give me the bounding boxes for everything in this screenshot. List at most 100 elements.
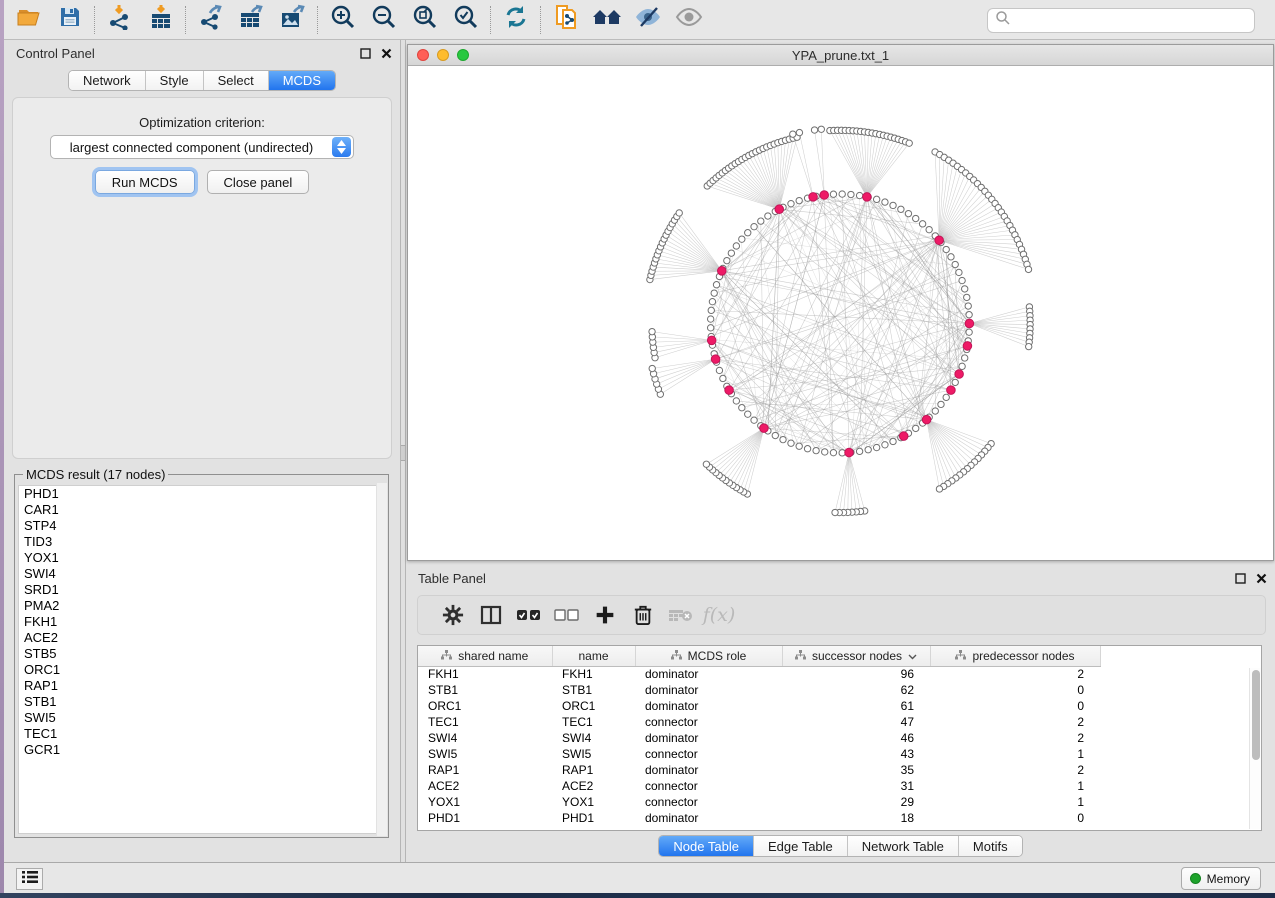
table-row[interactable]: TEC1TEC1connector472 — [418, 714, 1261, 730]
duplicate-network-button[interactable] — [545, 3, 586, 37]
optimization-criterion-dropdown[interactable]: largest connected component (undirected) — [50, 135, 354, 159]
table-row[interactable]: RAP1RAP1dominator352 — [418, 762, 1261, 778]
column-header-successor-nodes[interactable]: successor nodes — [782, 646, 930, 666]
table-toolbar: f(x) — [417, 595, 1266, 635]
network-view-title: YPA_prune.txt_1 — [408, 48, 1273, 63]
table-row[interactable]: FKH1FKH1dominator962 — [418, 666, 1261, 682]
control-panel-title: Control Panel — [16, 46, 95, 61]
tab-motifs[interactable]: Motifs — [959, 836, 1022, 856]
export-table-button[interactable] — [231, 3, 272, 37]
tab-edge-table[interactable]: Edge Table — [754, 836, 848, 856]
tab-mcds[interactable]: MCDS — [269, 71, 335, 90]
mcds-result-title: MCDS result (17 nodes) — [23, 467, 168, 482]
toolbar-separator — [185, 6, 186, 34]
mcds-result-item[interactable]: PMA2 — [19, 598, 384, 614]
sitemap-icon — [955, 649, 966, 663]
tab-network-table[interactable]: Network Table — [848, 836, 959, 856]
hide-selected-button[interactable] — [627, 3, 668, 37]
toolbar-separator — [490, 6, 491, 34]
float-panel-icon[interactable] — [360, 46, 371, 64]
delete-row-icon[interactable] — [624, 599, 662, 631]
table-panel: Table Panel f(x) — [406, 565, 1275, 862]
table-row[interactable]: SWI5SWI5connector431 — [418, 746, 1261, 762]
column-header-predecessor-nodes[interactable]: predecessor nodes — [930, 646, 1100, 666]
delete-table-icon[interactable] — [662, 599, 700, 631]
task-list-icon — [22, 870, 38, 889]
task-history-button[interactable] — [16, 868, 43, 890]
deselect-all-icon[interactable] — [548, 599, 586, 631]
mcds-result-item[interactable]: FKH1 — [19, 614, 384, 630]
close-panel-button[interactable]: Close panel — [207, 170, 310, 194]
mcds-result-item[interactable]: RAP1 — [19, 678, 384, 694]
optimization-criterion-label: Optimization criterion: — [13, 115, 391, 130]
table-row[interactable]: ACE2ACE2connector311 — [418, 778, 1261, 794]
zoom-out-button[interactable] — [363, 3, 404, 37]
mcds-result-item[interactable]: CAR1 — [19, 502, 384, 518]
show-all-icon — [675, 6, 703, 33]
mcds-result-item[interactable]: ACE2 — [19, 630, 384, 646]
split-column-icon[interactable] — [472, 599, 510, 631]
table-row[interactable]: STB1STB1dominator620 — [418, 682, 1261, 698]
mcds-result-item[interactable]: STB1 — [19, 694, 384, 710]
zoom-out-icon — [371, 4, 397, 35]
mcds-result-item[interactable]: SWI4 — [19, 566, 384, 582]
table-row[interactable]: YOX1YOX1connector291 — [418, 794, 1261, 810]
refresh-button[interactable] — [495, 3, 536, 37]
network-canvas[interactable] — [408, 66, 1273, 560]
column-header-shared-name[interactable]: shared name — [418, 646, 552, 666]
column-header-MCDS-role[interactable]: MCDS role — [635, 646, 782, 666]
save-button[interactable] — [49, 3, 90, 37]
table-row[interactable]: PHD1PHD1dominator180 — [418, 810, 1261, 826]
zoom-in-icon — [330, 4, 356, 35]
table-row[interactable]: ORC1ORC1dominator610 — [418, 698, 1261, 714]
tab-network[interactable]: Network — [69, 71, 146, 90]
run-mcds-button[interactable]: Run MCDS — [95, 170, 195, 194]
mcds-result-item[interactable]: PHD1 — [19, 486, 384, 502]
mcds-result-item[interactable]: STP4 — [19, 518, 384, 534]
first-neighbors-button[interactable] — [586, 3, 627, 37]
mcds-result-item[interactable]: YOX1 — [19, 550, 384, 566]
mcds-list-scrollbar[interactable] — [376, 483, 387, 836]
mcds-panel: Optimization criterion: largest connecte… — [12, 97, 392, 459]
splitter-handle-icon[interactable] — [401, 445, 405, 461]
search-input[interactable] — [1011, 11, 1254, 31]
mcds-result-item[interactable]: GCR1 — [19, 742, 384, 758]
table-row[interactable]: SWI4SWI4dominator462 — [418, 730, 1261, 746]
zoom-fit-button[interactable] — [404, 3, 445, 37]
mcds-result-item[interactable]: TEC1 — [19, 726, 384, 742]
import-network-button[interactable] — [99, 3, 140, 37]
mcds-result-item[interactable]: ORC1 — [19, 662, 384, 678]
tab-node-table[interactable]: Node Table — [659, 836, 754, 856]
add-row-icon[interactable] — [586, 599, 624, 631]
tab-select[interactable]: Select — [204, 71, 269, 90]
network-graph[interactable] — [408, 66, 1273, 560]
memory-button[interactable]: Memory — [1181, 867, 1261, 890]
network-window-titlebar[interactable]: YPA_prune.txt_1 — [408, 45, 1273, 66]
zoom-in-button[interactable] — [322, 3, 363, 37]
column-header-name[interactable]: name — [552, 646, 635, 666]
show-all-button[interactable] — [668, 3, 709, 37]
float-panel-icon[interactable] — [1235, 571, 1246, 589]
select-all-icon[interactable] — [510, 599, 548, 631]
status-bar: Memory — [4, 862, 1275, 893]
memory-button-label: Memory — [1207, 872, 1250, 886]
open-file-button[interactable] — [8, 3, 49, 37]
zoom-selected-button[interactable] — [445, 3, 486, 37]
tab-style[interactable]: Style — [146, 71, 204, 90]
close-panel-icon[interactable] — [381, 46, 392, 64]
zoom-selected-icon — [453, 4, 479, 35]
import-table-button[interactable] — [140, 3, 181, 37]
export-image-button[interactable] — [272, 3, 313, 37]
close-panel-icon[interactable] — [1256, 571, 1267, 589]
table-scrollbar-thumb[interactable] — [1252, 670, 1260, 760]
mcds-result-item[interactable]: TID3 — [19, 534, 384, 550]
first-neighbors-icon — [592, 5, 622, 34]
function-builder-icon[interactable]: f(x) — [700, 599, 738, 631]
gear-icon[interactable] — [434, 599, 472, 631]
mcds-result-item[interactable]: STB5 — [19, 646, 384, 662]
table-scrollbar[interactable] — [1249, 668, 1261, 829]
mcds-result-item[interactable]: SRD1 — [19, 582, 384, 598]
export-network-button[interactable] — [190, 3, 231, 37]
mcds-result-item[interactable]: SWI5 — [19, 710, 384, 726]
memory-status-icon — [1190, 873, 1201, 884]
